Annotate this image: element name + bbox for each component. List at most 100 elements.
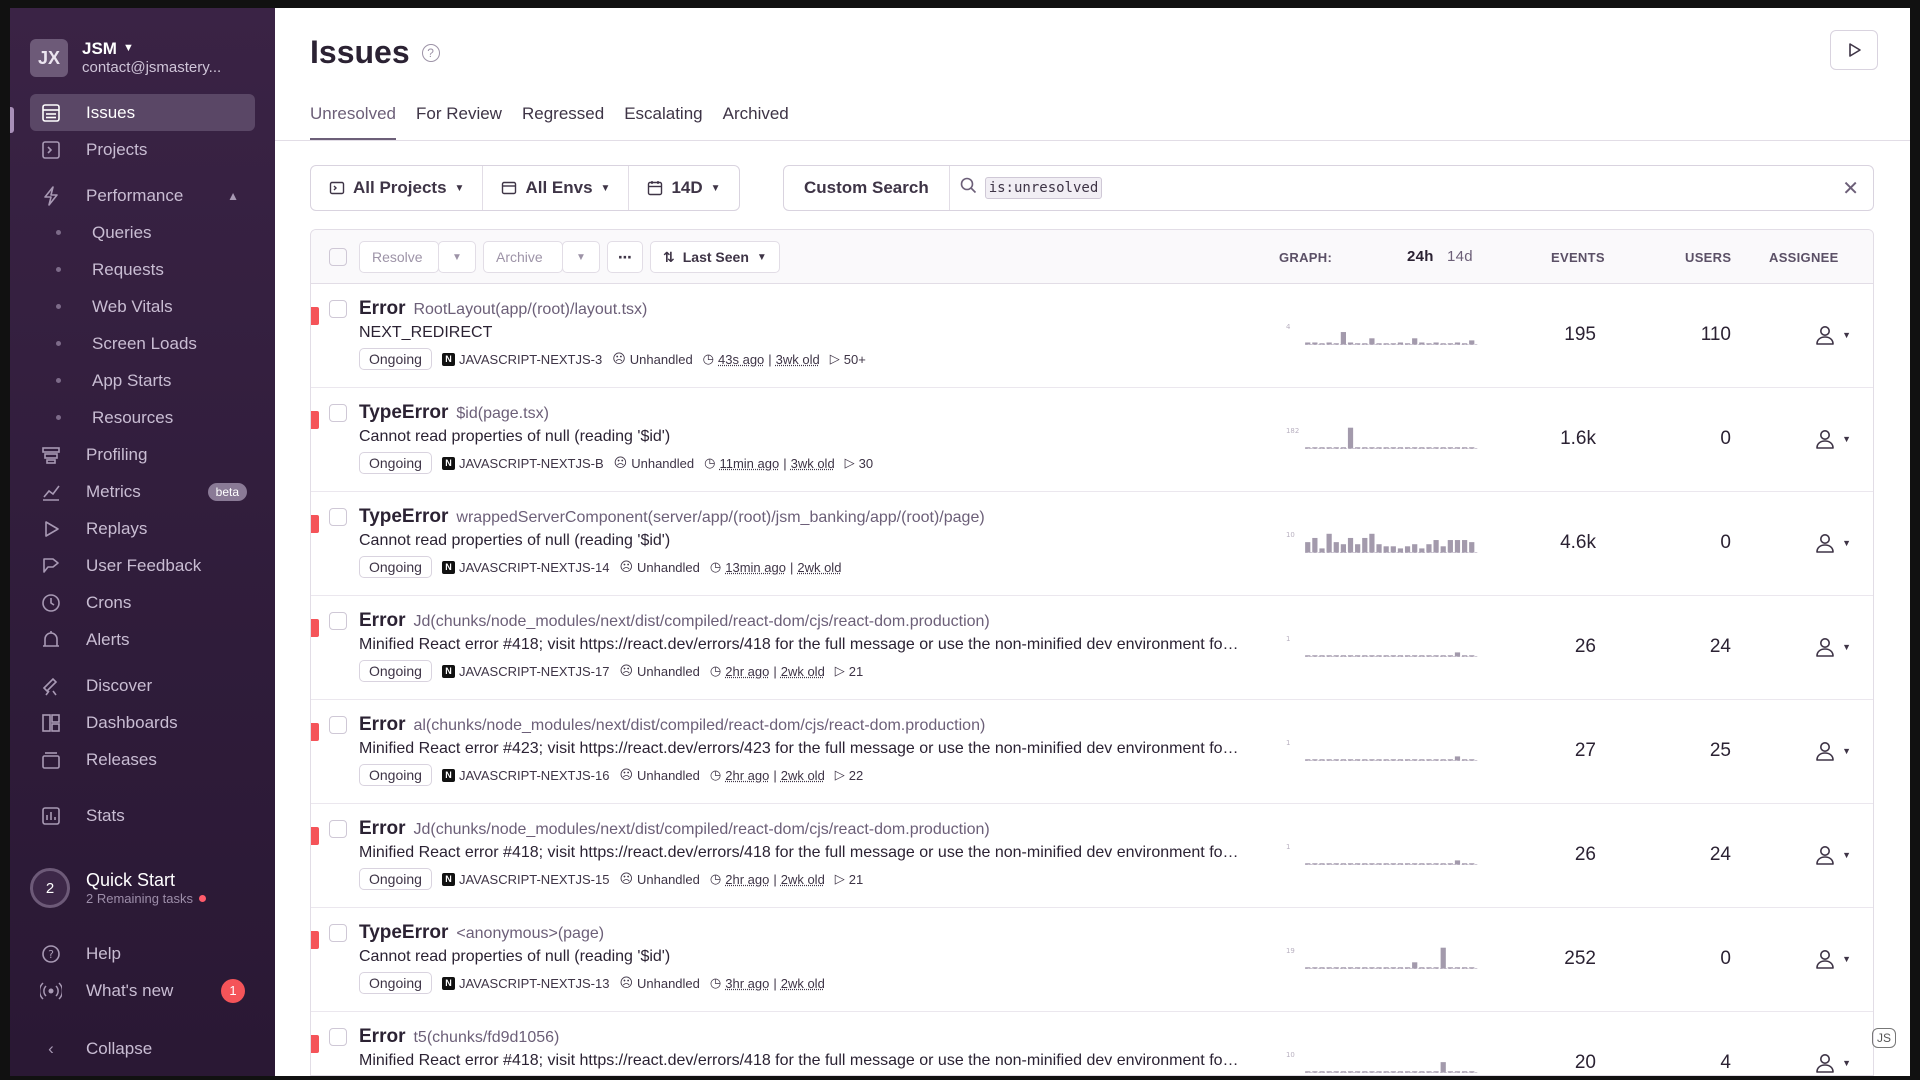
table-row[interactable]: Error al(chunks/node_modules/next/dist/co… xyxy=(311,700,1873,804)
last-seen[interactable]: 2hr ago xyxy=(725,768,769,783)
sidebar-item-issues[interactable]: Issues xyxy=(30,94,255,131)
sidebar-item-requests[interactable]: Requests xyxy=(10,251,275,288)
table-row[interactable]: TypeError $id(page.tsx) Cannot read proper… xyxy=(311,388,1873,492)
project-tag[interactable]: N JAVASCRIPT-NEXTJS-15 xyxy=(441,872,609,887)
row-checkbox[interactable] xyxy=(329,508,347,526)
archive-dropdown-button[interactable]: ▼ xyxy=(562,241,600,273)
sidebar-item-app-starts[interactable]: App Starts xyxy=(10,362,275,399)
first-seen[interactable]: 2wk old xyxy=(781,872,825,887)
last-seen[interactable]: 11min ago xyxy=(719,456,779,471)
more-actions-button[interactable]: ⋯ xyxy=(607,241,643,273)
issue-title[interactable]: Error RootLayout(app/(root)/layout.tsx) xyxy=(359,298,647,320)
issue-title[interactable]: TypeError <anonymous>(page) xyxy=(359,922,604,944)
sidebar-item-whats-new[interactable]: What's new 1 xyxy=(10,972,275,1009)
sidebar-item-discover[interactable]: Discover xyxy=(10,667,275,704)
sidebar-item-alerts[interactable]: Alerts xyxy=(10,621,275,658)
sidebar-item-profiling[interactable]: Profiling xyxy=(10,436,275,473)
issue-title[interactable]: Error t5(chunks/fd9d1056) xyxy=(359,1026,559,1048)
assignee-dropdown[interactable]: ▼ xyxy=(1814,948,1851,970)
row-checkbox[interactable] xyxy=(329,300,347,318)
assignee-dropdown[interactable]: ▼ xyxy=(1814,636,1851,658)
replays-tag[interactable]: ▷ 22 xyxy=(835,767,863,783)
table-row[interactable]: TypeError wrappedServerComponent(server/a… xyxy=(311,492,1873,596)
issue-title[interactable]: TypeError $id(page.tsx) xyxy=(359,402,549,424)
quick-start[interactable]: 2 Quick Start 2 Remaining tasks xyxy=(30,868,206,908)
table-row[interactable]: Error Jd(chunks/node_modules/next/dist/co… xyxy=(311,596,1873,700)
row-checkbox[interactable] xyxy=(329,924,347,942)
users-header[interactable]: USERS xyxy=(1685,250,1731,265)
row-checkbox[interactable] xyxy=(329,612,347,630)
sidebar-item-projects[interactable]: Projects xyxy=(10,131,275,168)
project-tag[interactable]: N JAVASCRIPT-NEXTJS-3 xyxy=(441,352,602,367)
graph-14d-toggle[interactable]: 14d xyxy=(1447,248,1473,265)
last-seen[interactable]: 43s ago xyxy=(718,352,764,367)
table-row[interactable]: Error RootLayout(app/(root)/layout.tsx) NE… xyxy=(311,284,1873,388)
first-seen[interactable]: 2wk old xyxy=(781,976,825,991)
play-button[interactable] xyxy=(1830,30,1878,70)
project-tag[interactable]: N JAVASCRIPT-NEXTJS-14 xyxy=(441,560,609,575)
sidebar-item-queries[interactable]: Queries xyxy=(10,214,275,251)
graph-24h-toggle[interactable]: 24h xyxy=(1407,248,1434,265)
events-header[interactable]: EVENTS xyxy=(1551,250,1605,265)
assignee-dropdown[interactable]: ▼ xyxy=(1814,1052,1851,1074)
row-checkbox[interactable] xyxy=(329,716,347,734)
resolve-dropdown-button[interactable]: ▼ xyxy=(438,241,476,273)
replays-tag[interactable]: ▷ 30 xyxy=(845,455,873,471)
project-filter[interactable]: All Projects ▼ xyxy=(311,166,484,210)
issue-title[interactable]: TypeError wrappedServerComponent(server/a… xyxy=(359,506,985,528)
archive-button[interactable]: Archive xyxy=(483,241,563,273)
search-input[interactable]: is:unresolved xyxy=(984,177,1103,199)
tab-archived[interactable]: Archived xyxy=(723,104,789,141)
replays-tag[interactable]: ▷ 21 xyxy=(835,871,863,887)
issue-title[interactable]: Error al(chunks/node_modules/next/dist/co… xyxy=(359,714,985,736)
sidebar-item-crons[interactable]: Crons xyxy=(10,584,275,621)
assignee-dropdown[interactable]: ▼ xyxy=(1814,428,1851,450)
tab-for-review[interactable]: For Review xyxy=(416,104,502,141)
row-checkbox[interactable] xyxy=(329,820,347,838)
first-seen[interactable]: 2wk old xyxy=(797,560,841,575)
sidebar-item-metrics[interactable]: Metrics beta xyxy=(10,473,275,510)
first-seen[interactable]: 2wk old xyxy=(781,768,825,783)
resolve-button[interactable]: Resolve xyxy=(359,241,439,273)
tab-unresolved[interactable]: Unresolved xyxy=(310,104,396,141)
environment-filter[interactable]: All Envs ▼ xyxy=(483,166,630,210)
help-circle-icon[interactable]: ? xyxy=(421,43,440,62)
sidebar-item-performance[interactable]: Performance ▲ xyxy=(10,177,275,214)
table-row[interactable]: Error Jd(chunks/node_modules/next/dist/co… xyxy=(311,804,1873,908)
issue-title[interactable]: Error Jd(chunks/node_modules/next/dist/co… xyxy=(359,610,990,632)
date-filter[interactable]: 14D ▼ xyxy=(629,166,738,210)
sort-button[interactable]: ⇅ Last Seen ▼ xyxy=(650,241,780,273)
assignee-dropdown[interactable]: ▼ xyxy=(1814,740,1851,762)
sidebar-item-stats[interactable]: Stats xyxy=(10,797,275,834)
replays-tag[interactable]: ▷ 21 xyxy=(835,663,863,679)
row-checkbox[interactable] xyxy=(329,1028,347,1046)
first-seen[interactable]: 3wk old xyxy=(791,456,835,471)
last-seen[interactable]: 3hr ago xyxy=(725,976,769,991)
assignee-dropdown[interactable]: ▼ xyxy=(1814,844,1851,866)
last-seen[interactable]: 2hr ago xyxy=(725,872,769,887)
first-seen[interactable]: 3wk old xyxy=(776,352,820,367)
sidebar-item-user-feedback[interactable]: User Feedback xyxy=(10,547,275,584)
custom-search-button[interactable]: Custom Search xyxy=(784,166,950,210)
sidebar-item-resources[interactable]: Resources xyxy=(10,399,275,436)
sidebar-item-web-vitals[interactable]: Web Vitals xyxy=(10,288,275,325)
chevron-up-icon[interactable]: ▲ xyxy=(227,189,239,203)
table-row[interactable]: Error t5(chunks/fd9d1056) Minified React e… xyxy=(311,1012,1873,1075)
row-checkbox[interactable] xyxy=(329,404,347,422)
replays-tag[interactable]: ▷ 50+ xyxy=(830,351,866,367)
project-tag[interactable]: N JAVASCRIPT-NEXTJS-16 xyxy=(441,768,609,783)
close-icon[interactable]: ✕ xyxy=(1842,176,1859,201)
org-switcher[interactable]: JX JSM ▼ contact@jsmastery... xyxy=(10,8,275,84)
sidebar-item-dashboards[interactable]: Dashboards xyxy=(10,704,275,741)
tab-escalating[interactable]: Escalating xyxy=(624,104,702,141)
sidebar-item-screen-loads[interactable]: Screen Loads xyxy=(10,325,275,362)
project-tag[interactable]: N JAVASCRIPT-NEXTJS-13 xyxy=(441,976,609,991)
assignee-dropdown[interactable]: ▼ xyxy=(1814,324,1851,346)
table-row[interactable]: TypeError <anonymous>(page) Cannot read pr… xyxy=(311,908,1873,1012)
assignee-dropdown[interactable]: ▼ xyxy=(1814,532,1851,554)
sidebar-collapse-button[interactable]: ‹ Collapse xyxy=(10,1030,275,1067)
first-seen[interactable]: 2wk old xyxy=(781,664,825,679)
project-tag[interactable]: N JAVASCRIPT-NEXTJS-17 xyxy=(441,664,609,679)
issue-title[interactable]: Error Jd(chunks/node_modules/next/dist/co… xyxy=(359,818,990,840)
project-tag[interactable]: N JAVASCRIPT-NEXTJS-B xyxy=(441,456,604,471)
